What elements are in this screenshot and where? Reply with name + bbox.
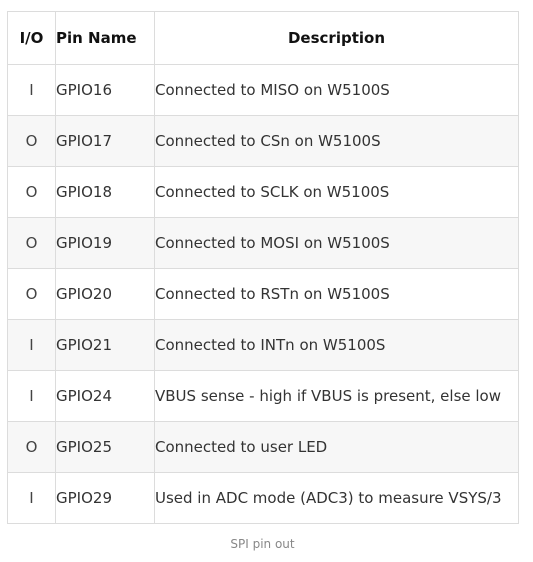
table-row: O GPIO25 Connected to user LED — [7, 421, 519, 473]
cell-io: O — [7, 421, 56, 473]
cell-pin-name: GPIO29 — [55, 472, 155, 524]
table-row: O GPIO17 Connected to CSn on W5100S — [7, 115, 519, 167]
cell-description: Connected to CSn on W5100S — [154, 115, 519, 167]
table-row: O GPIO18 Connected to SCLK on W5100S — [7, 166, 519, 218]
cell-description: Connected to MISO on W5100S — [154, 64, 519, 116]
cell-pin-name: GPIO18 — [55, 166, 155, 218]
cell-description: Connected to INTn on W5100S — [154, 319, 519, 371]
cell-io: I — [7, 472, 56, 524]
table-body: I GPIO16 Connected to MISO on W5100S O G… — [7, 64, 519, 524]
cell-io: I — [7, 370, 56, 422]
cell-pin-name: GPIO24 — [55, 370, 155, 422]
header-pin-name: Pin Name — [55, 11, 155, 65]
cell-pin-name: GPIO17 — [55, 115, 155, 167]
cell-description: Used in ADC mode (ADC3) to measure VSYS/… — [154, 472, 519, 524]
cell-pin-name: GPIO19 — [55, 217, 155, 269]
cell-io: O — [7, 115, 56, 167]
table-caption: SPI pin out — [230, 537, 295, 551]
table-row: I GPIO21 Connected to INTn on W5100S — [7, 319, 519, 371]
cell-io: O — [7, 217, 56, 269]
cell-io: I — [7, 64, 56, 116]
cell-description: VBUS sense - high if VBUS is present, el… — [154, 370, 519, 422]
cell-description: Connected to RSTn on W5100S — [154, 268, 519, 320]
table-row: I GPIO29 Used in ADC mode (ADC3) to meas… — [7, 472, 519, 524]
cell-pin-name: GPIO21 — [55, 319, 155, 371]
table-row: I GPIO16 Connected to MISO on W5100S — [7, 64, 519, 116]
cell-description: Connected to user LED — [154, 421, 519, 473]
cell-pin-name: GPIO25 — [55, 421, 155, 473]
table-row: O GPIO20 Connected to RSTn on W5100S — [7, 268, 519, 320]
cell-description: Connected to SCLK on W5100S — [154, 166, 519, 218]
header-description: Description — [154, 11, 519, 65]
header-row: I/O Pin Name Description — [7, 11, 519, 65]
cell-io: O — [7, 268, 56, 320]
cell-pin-name: GPIO16 — [55, 64, 155, 116]
table-header: I/O Pin Name Description — [7, 11, 519, 65]
cell-io: I — [7, 319, 56, 371]
table-row: O GPIO19 Connected to MOSI on W5100S — [7, 217, 519, 269]
cell-pin-name: GPIO20 — [55, 268, 155, 320]
spi-pinout-table: I/O Pin Name Description I GPIO16 Connec… — [7, 11, 519, 524]
header-io: I/O — [7, 11, 56, 65]
table-row: I GPIO24 VBUS sense - high if VBUS is pr… — [7, 370, 519, 422]
cell-io: O — [7, 166, 56, 218]
cell-description: Connected to MOSI on W5100S — [154, 217, 519, 269]
